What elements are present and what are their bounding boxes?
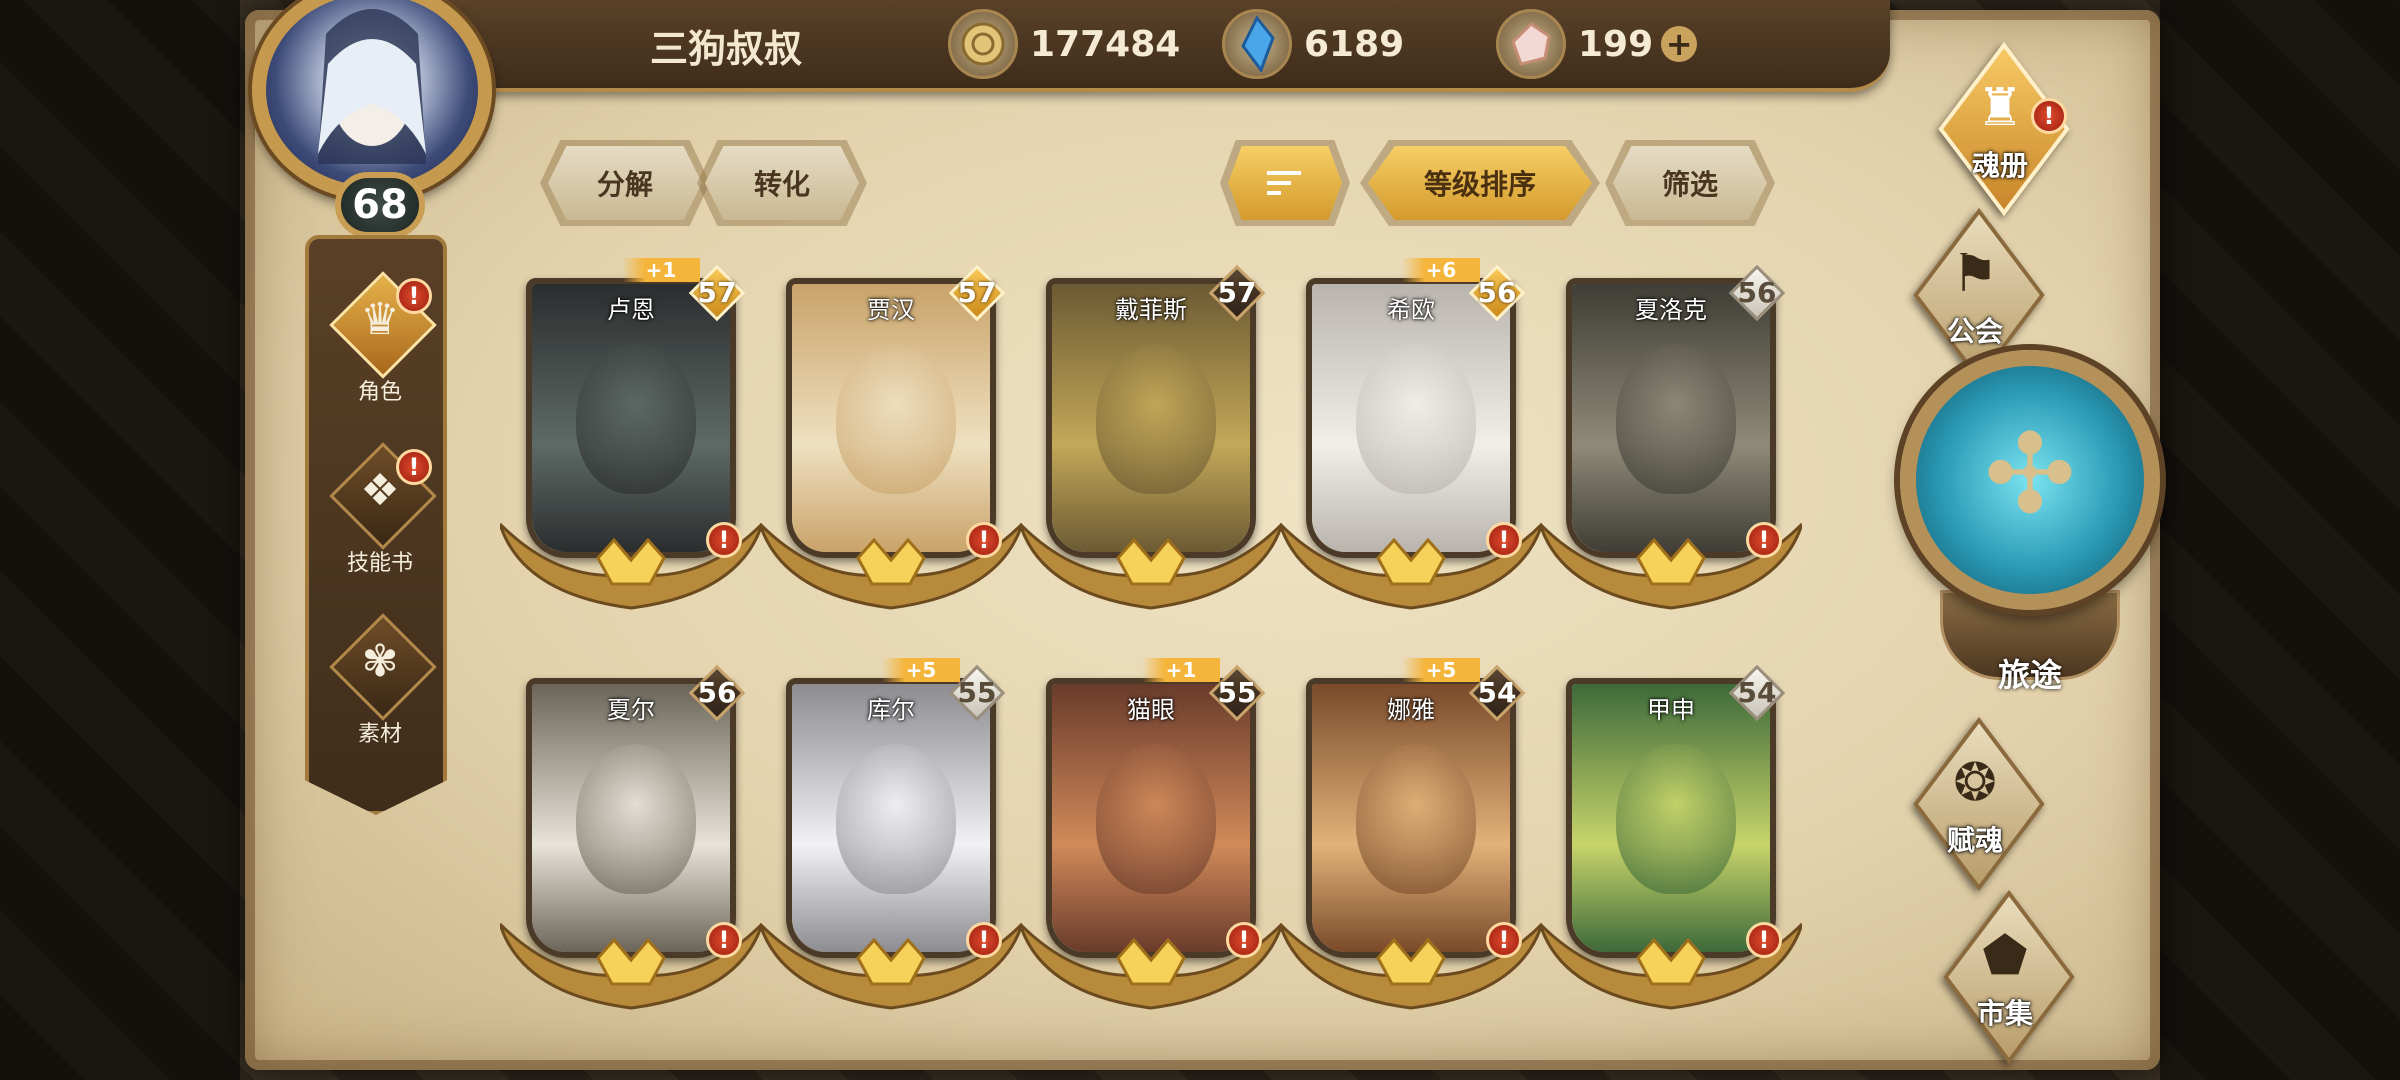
nav-material-label: 素材 bbox=[357, 722, 402, 747]
convert-button[interactable]: 转化 bbox=[705, 146, 859, 220]
avatar-portrait bbox=[252, 0, 492, 200]
rank-wings-icon bbox=[1020, 522, 1282, 610]
hero-face bbox=[836, 344, 956, 494]
hero-face bbox=[836, 744, 956, 894]
crystal-amount: 6189 bbox=[1304, 23, 1405, 65]
hero-level: 57 bbox=[1217, 276, 1257, 309]
hero-alert-icon: ! bbox=[706, 922, 742, 958]
nav-market-label: 市集 bbox=[1976, 997, 2033, 1030]
sort-by-level-button[interactable]: 等级排序 bbox=[1368, 146, 1592, 220]
currency-gold[interactable]: 177484 bbox=[948, 6, 1180, 82]
hero-level: 54 bbox=[1737, 676, 1777, 709]
journey-icon: ✣ bbox=[1983, 410, 2077, 538]
hero-face bbox=[1616, 344, 1736, 494]
nav-market-bg: ⬟ 市集 bbox=[1920, 888, 2090, 1058]
currency-gem[interactable]: 199 + bbox=[1496, 6, 1698, 82]
hero-face bbox=[1616, 744, 1736, 894]
soul-grant-icon: ❂ bbox=[1953, 753, 1997, 813]
hero-alert-icon: ! bbox=[706, 522, 742, 558]
hero-card[interactable]: 库尔 +5 55! bbox=[760, 658, 1022, 1022]
nav-skill-book-alert-icon: ! bbox=[396, 449, 432, 485]
hero-card[interactable]: 娜雅 +5 54! bbox=[1280, 658, 1542, 1022]
hero-face bbox=[1096, 344, 1216, 494]
nav-soul-book-label: 魂册 bbox=[1971, 149, 2028, 182]
hero-level-badge: 55 bbox=[1206, 662, 1268, 724]
hero-face bbox=[1096, 744, 1216, 894]
hero-level-badge: 56 bbox=[1466, 262, 1528, 324]
hero-level-badge: 57 bbox=[946, 262, 1008, 324]
market-icon: ⬟ bbox=[1982, 926, 2028, 986]
hero-level: 55 bbox=[1217, 676, 1257, 709]
decompose-button[interactable]: 分解 bbox=[548, 146, 702, 220]
material-icon: ✾ bbox=[361, 636, 399, 687]
nav-soul-grant-label: 赋魂 bbox=[1946, 824, 2003, 857]
hero-level-badge: 56 bbox=[686, 662, 748, 724]
hero-level-badge: 54 bbox=[1726, 662, 1788, 724]
hero-face bbox=[576, 744, 696, 894]
hero-alert-icon: ! bbox=[1486, 922, 1522, 958]
pink-gem-icon bbox=[1496, 9, 1566, 79]
hero-alert-icon: ! bbox=[966, 922, 1002, 958]
blue-crystal-icon bbox=[1222, 9, 1292, 79]
player-level-badge: 68 bbox=[335, 172, 425, 238]
hero-alert-icon: ! bbox=[1226, 922, 1262, 958]
hero-alert-icon: ! bbox=[1746, 522, 1782, 558]
hero-face bbox=[576, 344, 696, 494]
gem-amount: 199 bbox=[1578, 23, 1654, 65]
hero-level-badge: 57 bbox=[686, 262, 748, 324]
nav-journey-label: 旅途 bbox=[1997, 656, 2062, 694]
hero-level-badge: 55 bbox=[946, 662, 1008, 724]
nav-character[interactable]: ♛ 角色 ! bbox=[330, 272, 432, 406]
hero-face bbox=[1356, 744, 1476, 894]
nav-material-bg: ✾ bbox=[330, 614, 430, 714]
add-gem-button[interactable]: + bbox=[1661, 26, 1698, 62]
hero-level: 54 bbox=[1477, 676, 1517, 709]
hero-level: 57 bbox=[957, 276, 997, 309]
nav-guild-label: 公会 bbox=[1946, 315, 2003, 348]
guild-icon: ⚑ bbox=[1951, 244, 1999, 304]
hero-card[interactable]: 戴菲斯 57 bbox=[1020, 262, 1282, 622]
hero-level: 55 bbox=[957, 676, 997, 709]
hero-level: 56 bbox=[1737, 276, 1777, 309]
nav-soul-book-alert-icon: ! bbox=[2031, 98, 2067, 134]
hero-card[interactable]: 甲申 54! bbox=[1540, 662, 1802, 1022]
hero-alert-icon: ! bbox=[966, 522, 1002, 558]
hero-alert-icon: ! bbox=[1746, 922, 1782, 958]
nav-skill-book[interactable]: ❖ 技能书 ! bbox=[330, 443, 432, 577]
nav-soul-grant-bg: ❂ 赋魂 bbox=[1890, 715, 2060, 885]
sort-toggle-button[interactable] bbox=[1228, 146, 1342, 220]
currency-crystal[interactable]: 6189 bbox=[1222, 6, 1404, 82]
nav-material[interactable]: ✾ 素材 bbox=[330, 614, 430, 748]
hero-level-badge: 57 bbox=[1206, 262, 1268, 324]
hero-card[interactable]: 贾汉 57! bbox=[760, 262, 1022, 622]
hero-card[interactable]: 卢恩 +1 57! bbox=[500, 258, 762, 622]
hero-card[interactable]: 夏洛克 56! bbox=[1540, 262, 1802, 622]
player-name: 三狗叔叔 bbox=[650, 27, 803, 71]
hero-card[interactable]: 夏尔 56! bbox=[500, 662, 762, 1022]
hero-level-badge: 54 bbox=[1466, 662, 1528, 724]
player-avatar[interactable]: 68 bbox=[240, 0, 515, 245]
nav-journey[interactable]: ✣ 旅途 bbox=[1900, 350, 2170, 694]
gold-amount: 177484 bbox=[1030, 23, 1181, 65]
sort-icon bbox=[1267, 171, 1301, 195]
nav-skill-book-label: 技能书 bbox=[346, 551, 413, 576]
hero-level: 57 bbox=[697, 276, 737, 309]
nav-character-alert-icon: ! bbox=[396, 278, 432, 314]
hero-card[interactable]: 猫眼 +1 55! bbox=[1020, 658, 1282, 1022]
hero-level: 56 bbox=[697, 676, 737, 709]
hero-card[interactable]: 希欧 +6 56! bbox=[1280, 258, 1542, 622]
gold-coin-icon bbox=[948, 9, 1018, 79]
nav-character-label: 角色 bbox=[357, 380, 402, 405]
hero-level-badge: 56 bbox=[1726, 262, 1788, 324]
filter-button[interactable]: 筛选 bbox=[1613, 146, 1767, 220]
hero-level: 56 bbox=[1477, 276, 1517, 309]
hero-face bbox=[1356, 344, 1476, 494]
hero-alert-icon: ! bbox=[1486, 522, 1522, 558]
